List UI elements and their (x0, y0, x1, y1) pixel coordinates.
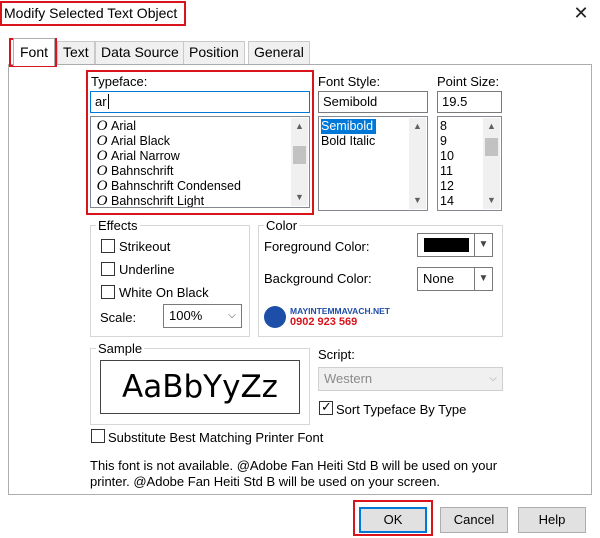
substitute-font-label: Substitute Best Matching Printer Font (108, 430, 324, 445)
sample-title: Sample (96, 341, 145, 356)
list-item[interactable]: 11 (440, 164, 453, 179)
scroll-down-icon[interactable]: ▼ (409, 192, 426, 209)
strikeout-label: Strikeout (119, 239, 171, 254)
white-on-black-checkbox[interactable] (101, 285, 115, 299)
chevron-down-icon: ⌵ (228, 310, 236, 321)
font-style-input[interactable]: Semibold (318, 91, 428, 113)
truetype-font-icon: O (96, 133, 108, 149)
typeface-label: Typeface: (91, 74, 148, 89)
background-color-label: Background Color: (264, 271, 372, 286)
list-item[interactable]: 9 (440, 134, 447, 149)
foreground-color-label: Foreground Color: (264, 239, 370, 254)
list-item[interactable]: 12 (440, 179, 454, 194)
truetype-font-icon: O (96, 118, 108, 134)
font-style-scrollbar[interactable]: ▲ ▼ (409, 118, 426, 209)
scale-label: Scale: (100, 310, 137, 325)
sort-typeface-checkbox[interactable] (319, 399, 333, 415)
list-item[interactable]: Semibold (321, 119, 377, 134)
font-warning-line1: This font is not available. @Adobe Fan H… (90, 458, 498, 473)
font-warning-line2: printer. @Adobe Fan Heiti Std B will be … (90, 474, 440, 489)
help-button[interactable]: Help (518, 507, 586, 533)
truetype-font-icon: O (96, 193, 108, 208)
typeface-input-value: ar (95, 94, 107, 109)
watermark-logo-icon (264, 306, 286, 328)
scroll-thumb[interactable] (293, 146, 306, 164)
cancel-button[interactable]: Cancel (440, 507, 508, 533)
watermark-site: MAYINTEMMAVACH.NET (290, 306, 390, 316)
point-size-list[interactable]: 8 9 10 11 12 14 ▲ ▼ (437, 116, 502, 211)
watermark-phone: 0902 923 569 (290, 316, 358, 328)
typeface-scrollbar[interactable]: ▲ ▼ (291, 118, 308, 206)
tab-position[interactable]: Position (183, 41, 245, 64)
list-item[interactable]: O Arial Narrow (93, 149, 180, 164)
window-title: Modify Selected Text Object (4, 5, 178, 21)
title-bar: Modify Selected Text Object ✕ (0, 0, 600, 28)
list-item[interactable]: 14 (440, 194, 454, 209)
script-label: Script: (318, 347, 355, 362)
list-item[interactable]: O Arial Black (93, 134, 170, 149)
typeface-input[interactable]: ar (90, 91, 310, 113)
point-size-label: Point Size: (437, 74, 500, 89)
font-style-list[interactable]: Semibold Bold Italic ▲ ▼ (318, 116, 428, 211)
strikeout-checkbox[interactable] (101, 239, 115, 253)
point-size-input[interactable]: 19.5 (437, 91, 502, 113)
truetype-font-icon: O (96, 178, 108, 194)
substitute-font-checkbox[interactable] (91, 429, 105, 443)
dropdown-arrow-icon: ▼ (474, 268, 492, 290)
background-color-select[interactable]: None ▼ (417, 267, 493, 291)
underline-checkbox[interactable] (101, 262, 115, 276)
scroll-up-icon[interactable]: ▲ (291, 118, 308, 135)
list-item[interactable]: 10 (440, 149, 454, 164)
list-item[interactable]: Bold Italic (321, 134, 375, 149)
tab-font[interactable]: Font (13, 38, 55, 66)
foreground-color-select[interactable]: ▼ (417, 233, 493, 257)
list-item[interactable]: O Bahnschrift Light (93, 193, 205, 208)
white-on-black-label: White On Black (119, 285, 209, 300)
scroll-thumb[interactable] (485, 138, 498, 156)
truetype-font-icon: O (96, 148, 108, 164)
font-style-label: Font Style: (318, 74, 381, 89)
list-item[interactable]: O Bahnschrift Condensed (93, 179, 241, 194)
effects-title: Effects (96, 218, 140, 233)
color-title: Color (264, 218, 300, 233)
list-item[interactable]: O Arial (93, 119, 136, 134)
underline-label: Underline (119, 262, 175, 277)
scroll-up-icon[interactable]: ▲ (409, 118, 426, 135)
color-swatch (424, 238, 469, 252)
list-item[interactable]: 8 (440, 119, 447, 134)
truetype-font-icon: O (96, 163, 108, 179)
point-size-scrollbar[interactable]: ▲ ▼ (483, 118, 500, 209)
tab-general[interactable]: General (248, 41, 310, 64)
scroll-down-icon[interactable]: ▼ (291, 189, 308, 206)
script-value: Western (324, 371, 373, 386)
tab-text[interactable]: Text (57, 41, 95, 64)
ok-button[interactable]: OK (359, 507, 427, 533)
scale-value: 100% (169, 308, 203, 323)
script-select[interactable]: Western ⌵ (318, 367, 503, 391)
background-color-value: None (423, 271, 455, 286)
sample-preview: AaBbYyZz (100, 360, 300, 414)
scroll-up-icon[interactable]: ▲ (483, 118, 500, 135)
dropdown-arrow-icon: ▼ (474, 234, 492, 256)
typeface-list[interactable]: O Arial O Arial Black O Arial Narrow O Bahns… (90, 116, 310, 208)
chevron-down-icon: ⌵ (489, 373, 497, 384)
list-item[interactable]: O Bahnschrift (93, 164, 174, 179)
close-icon[interactable]: ✕ (570, 2, 592, 24)
sort-typeface-label: Sort Typeface By Type (336, 402, 467, 417)
scale-select[interactable]: 100% ⌵ (163, 304, 242, 328)
scroll-down-icon[interactable]: ▼ (483, 192, 500, 209)
tab-data-source[interactable]: Data Source (95, 41, 185, 64)
